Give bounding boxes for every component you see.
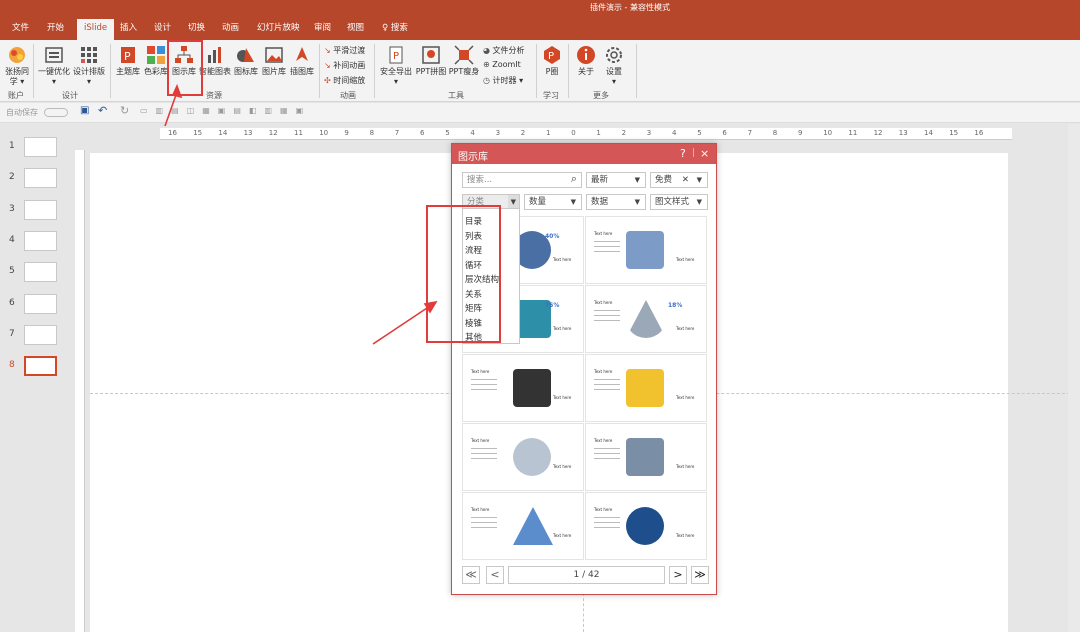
- arrow-line-menu: [372, 305, 431, 345]
- arrow-head-menu: [423, 300, 438, 314]
- arrow-head-ribbon: [171, 83, 183, 99]
- annotation-arrows: [164, 83, 438, 345]
- arrow-line-ribbon: [164, 91, 178, 127]
